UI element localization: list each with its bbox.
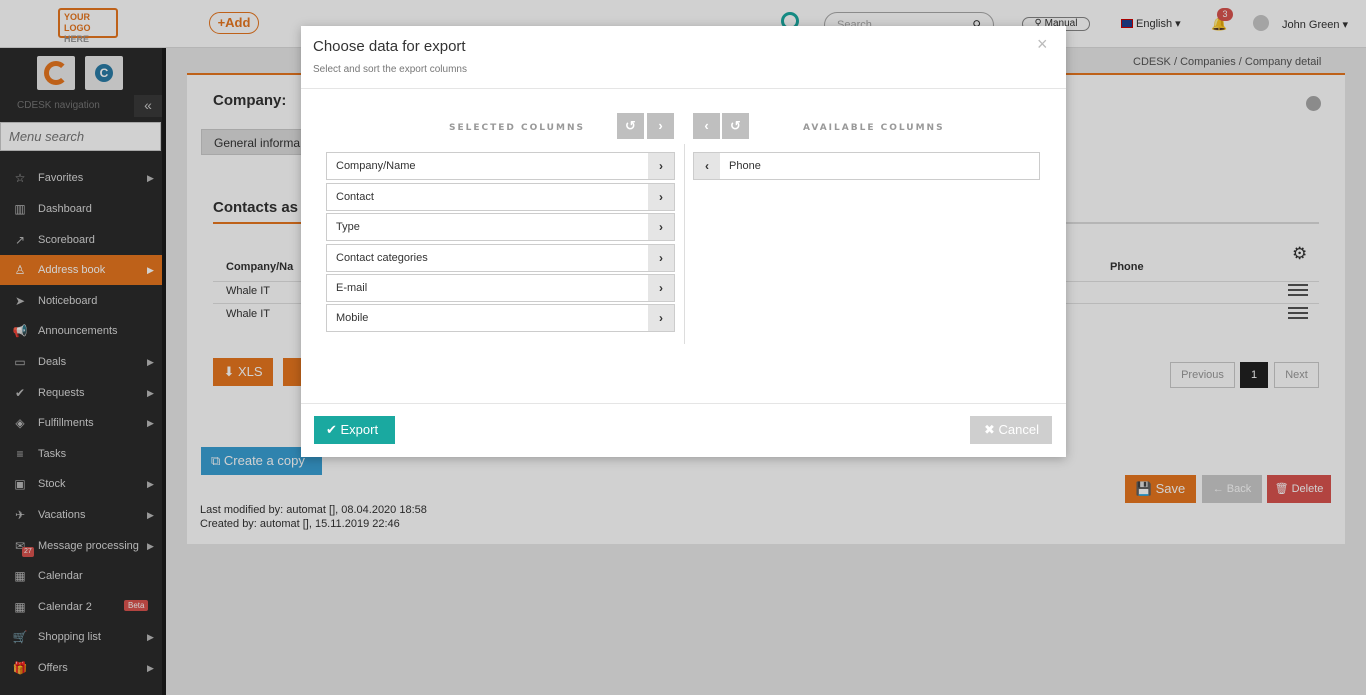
selected-column-item[interactable]: Contact categories › — [326, 244, 675, 272]
selected-column-item[interactable]: Mobile › — [326, 304, 675, 332]
column-label: Phone — [729, 160, 761, 172]
dialog-subtitle: Select and sort the export columns — [313, 64, 467, 75]
chevron-right-icon[interactable]: › — [648, 245, 674, 271]
export-dialog: Choose data for export Select and sort t… — [301, 26, 1066, 457]
chevron-right-icon[interactable]: › — [648, 275, 674, 301]
column-label: Company/Name — [336, 160, 416, 172]
panel-divider — [684, 144, 685, 344]
chevron-right-icon[interactable]: › — [648, 305, 674, 331]
column-label: Mobile — [336, 312, 369, 324]
selected-column-item[interactable]: Type › — [326, 213, 675, 241]
chevron-left-icon[interactable]: ‹ — [694, 153, 720, 179]
dialog-divider — [301, 88, 1066, 89]
selected-column-item[interactable]: Company/Name › — [326, 152, 675, 180]
selected-columns-title: SELECTED COLUMNS — [449, 123, 585, 133]
column-label: Contact — [336, 191, 374, 203]
move-all-left-icon[interactable]: ‹ — [693, 113, 720, 139]
chevron-right-icon[interactable]: › — [648, 214, 674, 240]
dialog-footer-divider — [301, 403, 1066, 404]
available-column-item[interactable]: ‹ Phone — [693, 152, 1040, 180]
dialog-title: Choose data for export — [313, 38, 466, 55]
available-columns-title: AVAILABLE COLUMNS — [803, 123, 945, 133]
move-all-right-icon[interactable]: › — [647, 113, 674, 139]
close-icon[interactable]: × — [1037, 34, 1048, 54]
chevron-right-icon[interactable]: › — [648, 153, 674, 179]
column-label: Contact categories — [336, 252, 428, 264]
selected-column-item[interactable]: Contact › — [326, 183, 675, 211]
selected-column-item[interactable]: E-mail › — [326, 274, 675, 302]
reset-selected-icon[interactable]: ↺ — [617, 113, 644, 139]
reset-available-icon[interactable]: ↺ — [722, 113, 749, 139]
cancel-button[interactable]: ✖ Cancel — [970, 416, 1052, 444]
chevron-right-icon[interactable]: › — [648, 184, 674, 210]
export-button[interactable]: ✔ Export — [314, 416, 395, 444]
column-label: E-mail — [336, 282, 368, 294]
column-label: Type — [336, 221, 360, 233]
